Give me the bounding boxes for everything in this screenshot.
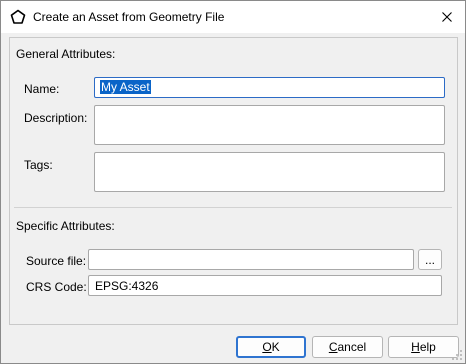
specific-attributes-heading: Specific Attributes: — [16, 219, 115, 233]
dialog-window: Create an Asset from Geometry File Gener… — [0, 0, 466, 364]
cancel-label-rest: ancel — [337, 340, 367, 354]
tags-label: Tags: — [24, 158, 53, 172]
crs-code-input[interactable]: EPSG:4326 — [88, 275, 442, 296]
general-attributes-heading: General Attributes: — [16, 47, 116, 61]
help-mnemonic: H — [411, 340, 420, 354]
help-button[interactable]: Help — [388, 336, 459, 358]
cancel-mnemonic: C — [328, 340, 338, 354]
name-input-value: My Asset — [100, 80, 151, 94]
close-button[interactable] — [437, 7, 457, 27]
name-input[interactable]: My Asset — [94, 77, 445, 98]
name-label: Name: — [24, 82, 60, 96]
ok-mnemonic: O — [262, 340, 272, 354]
section-divider — [14, 207, 452, 208]
ok-button[interactable]: OK — [236, 336, 306, 358]
pentagon-icon — [10, 9, 26, 25]
crs-code-label: CRS Code: — [26, 280, 87, 294]
tags-input[interactable] — [94, 152, 445, 192]
cancel-button[interactable]: Cancel — [312, 336, 383, 358]
browse-button[interactable]: ... — [418, 249, 442, 270]
title-bar: Create an Asset from Geometry File — [1, 1, 465, 33]
close-icon — [442, 12, 452, 22]
ok-label-rest: K — [271, 340, 280, 354]
source-file-input[interactable] — [88, 249, 414, 270]
window-title: Create an Asset from Geometry File — [33, 10, 225, 24]
description-label: Description: — [24, 111, 88, 125]
attributes-panel: General Attributes: Name: My Asset Descr… — [9, 37, 458, 325]
resize-grip-icon[interactable] — [451, 349, 463, 361]
description-input[interactable] — [94, 105, 445, 145]
help-label-rest: elp — [419, 340, 436, 354]
source-file-label: Source file: — [26, 254, 87, 268]
